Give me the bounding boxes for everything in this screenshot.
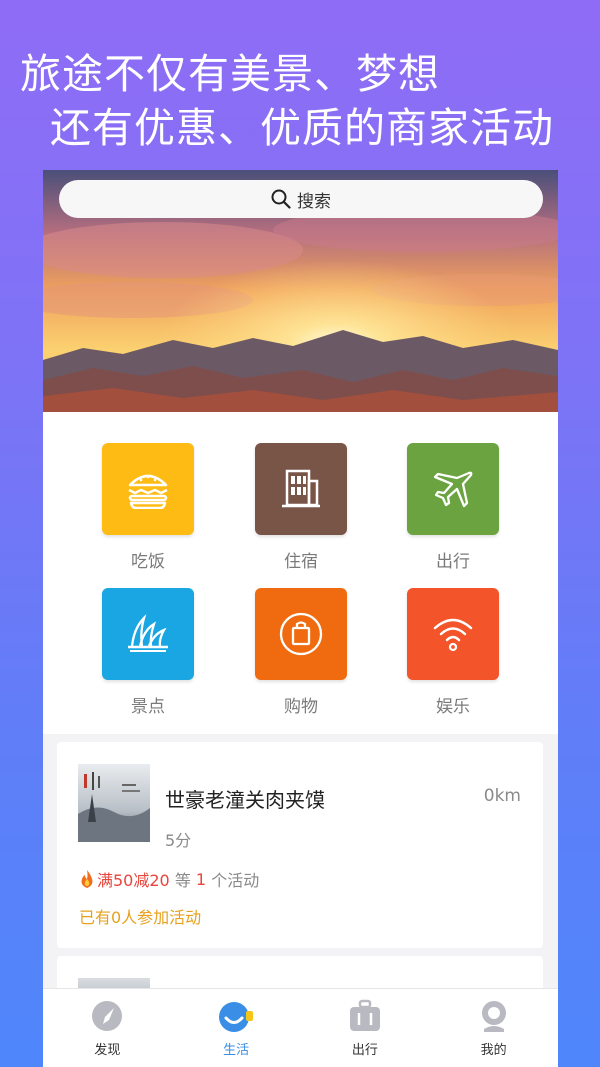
category-travel[interactable]: 出行	[393, 443, 513, 583]
tab-mine[interactable]: 我的	[429, 989, 558, 1067]
category-grid: 吃饭 住宿 出行 景点 购物 娱乐	[43, 412, 558, 734]
promo-header: 旅途不仅有美景、梦想 还有优惠、优质的商家活动	[0, 0, 600, 170]
tab-mine-label: 我的	[480, 1043, 507, 1058]
tab-travel[interactable]: 出行	[301, 989, 430, 1067]
luggage-icon	[349, 999, 380, 1031]
search-icon	[271, 189, 291, 209]
promo-line-2: 还有优惠、优质的商家活动	[50, 104, 554, 152]
category-entertainment-label: 娱乐	[436, 697, 470, 717]
building-icon	[282, 469, 320, 508]
profile-icon	[481, 1001, 506, 1032]
category-shopping[interactable]: 购物	[241, 588, 361, 728]
category-entertainment[interactable]: 娱乐	[393, 588, 513, 728]
category-travel-tile	[407, 443, 499, 535]
shop-promo: 满50减20 等 1 个活动	[79, 867, 259, 891]
bottom-tab-bar: 发现 生活 出行 我的	[43, 988, 558, 1067]
tab-discover-label: 发现	[94, 1043, 121, 1058]
promo-mid: 等	[169, 871, 196, 890]
airplane-icon	[433, 471, 473, 508]
fire-icon	[81, 870, 93, 888]
compass-icon	[92, 1001, 123, 1031]
search-bar[interactable]: 搜索	[59, 180, 543, 218]
category-sights-tile	[102, 588, 194, 680]
category-entertainment-tile	[407, 588, 499, 680]
category-shopping-tile	[255, 588, 347, 680]
search-label: 搜索	[297, 191, 331, 212]
life-icon	[219, 1002, 254, 1032]
shopping-bag-icon	[279, 612, 323, 656]
category-lodging[interactable]: 住宿	[241, 443, 361, 583]
promo-count: 1	[195, 869, 207, 889]
category-sights-label: 景点	[131, 697, 165, 717]
opera-house-icon	[128, 614, 168, 652]
phone-screen: 搜索 吃饭 住宿 出行 景点 购物 娱乐 世豪老潼关肉夹馍 0km 5分 满50…	[43, 170, 558, 1067]
shop-thumbnail	[78, 764, 150, 842]
joined-count: 已有0人参加活动	[79, 908, 202, 927]
wifi-icon	[433, 618, 473, 652]
shop-name: 世豪老潼关肉夹馍	[165, 788, 325, 812]
banner-image: 搜索	[43, 170, 558, 412]
category-food[interactable]: 吃饭	[88, 443, 208, 583]
category-food-tile	[102, 443, 194, 535]
shop-score: 5分	[165, 831, 192, 850]
promo-offer: 满50减20	[97, 871, 170, 890]
category-shopping-label: 购物	[284, 697, 318, 717]
burger-icon	[128, 474, 168, 509]
tab-life[interactable]: 生活	[172, 989, 301, 1067]
shop-distance: 0km	[483, 786, 521, 806]
tab-discover[interactable]: 发现	[43, 989, 172, 1067]
category-lodging-tile	[255, 443, 347, 535]
category-lodging-label: 住宿	[284, 552, 318, 572]
category-travel-label: 出行	[436, 552, 470, 572]
promo-suffix: 个活动	[206, 871, 260, 890]
tab-travel-label: 出行	[351, 1043, 378, 1058]
tab-life-label: 生活	[223, 1043, 250, 1058]
shop-card[interactable]: 世豪老潼关肉夹馍 0km 5分 满50减20 等 1 个活动 已有0人参加活动	[57, 742, 543, 948]
category-food-label: 吃饭	[131, 552, 165, 572]
category-sights[interactable]: 景点	[88, 588, 208, 728]
promo-line-1: 旅途不仅有美景、梦想	[20, 50, 440, 98]
